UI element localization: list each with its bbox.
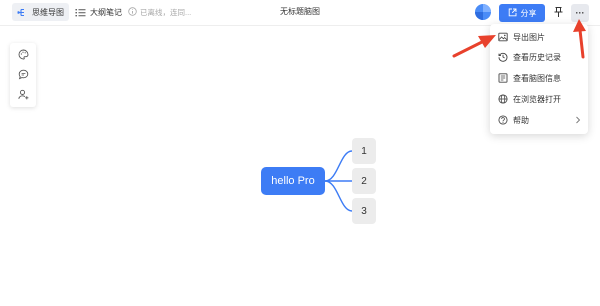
user-add-icon (17, 89, 29, 102)
share-button-label: 分享 (520, 8, 537, 18)
menu-item-label: 导出图片 (513, 32, 545, 42)
palette-icon (18, 49, 29, 62)
mindmap-child-node[interactable]: 1 (352, 138, 376, 164)
mindmap-icon (17, 7, 28, 18)
save-status: 已离线，连同... (128, 3, 191, 21)
left-toolbar (10, 43, 36, 107)
share-icon (508, 8, 517, 19)
globe-icon (498, 94, 508, 104)
menu-item-label: 查看历史记录 (513, 52, 561, 62)
pin-icon (553, 6, 564, 20)
outline-list-icon (75, 7, 86, 18)
tab-mindmap-label: 思维导图 (32, 7, 64, 17)
mindmap-root-node[interactable]: hello Pro (261, 167, 325, 195)
history-icon (498, 52, 508, 62)
menu-item-map-info[interactable]: 查看脑图信息 (490, 68, 588, 88)
save-status-text: 已离线，连同... (140, 7, 192, 17)
menu-item-label: 在浏览器打开 (513, 94, 561, 104)
tab-outline[interactable]: 大纲笔记 (70, 3, 127, 21)
collaborator-button[interactable] (16, 88, 30, 102)
share-button[interactable]: 分享 (499, 4, 545, 22)
document-title[interactable]: 无标题脑图 (250, 3, 350, 21)
theme-button[interactable] (16, 48, 30, 62)
pin-button[interactable] (551, 4, 565, 22)
menu-item-help[interactable]: 帮助 (490, 110, 588, 130)
more-button[interactable]: ··· (571, 4, 589, 22)
menu-item-label: 查看脑图信息 (513, 73, 561, 83)
mindmap-child-node[interactable]: 3 (352, 198, 376, 224)
help-icon (498, 115, 508, 125)
comment-icon (18, 69, 29, 82)
avatar[interactable] (474, 3, 492, 21)
menu-item-export-image[interactable]: 导出图片 (490, 27, 588, 47)
more-menu: 导出图片 查看历史记录 查看脑图信息 在浏览器打开 帮助 (490, 24, 588, 134)
tab-outline-label: 大纲笔记 (90, 7, 122, 17)
tab-mindmap[interactable]: 思维导图 (12, 3, 69, 21)
image-export-icon (498, 32, 508, 42)
comment-button[interactable] (16, 68, 30, 82)
menu-item-label: 帮助 (513, 115, 529, 125)
top-bar: 思维导图 大纲笔记 已离线，连同... 无标题脑图 分享 ··· (0, 0, 600, 26)
menu-item-history[interactable]: 查看历史记录 (490, 47, 588, 67)
chevron-right-icon (575, 116, 581, 126)
info-circle-icon (128, 6, 137, 18)
menu-item-open-in-browser[interactable]: 在浏览器打开 (490, 89, 588, 109)
mindmap-child-node[interactable]: 2 (352, 168, 376, 194)
info-doc-icon (498, 73, 508, 83)
